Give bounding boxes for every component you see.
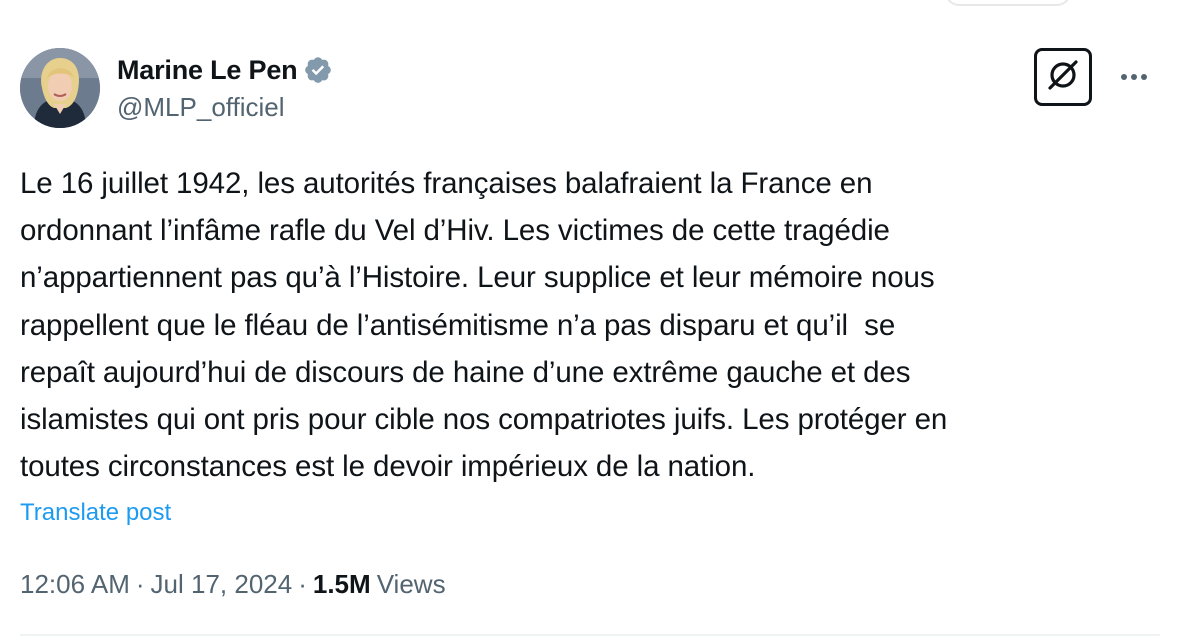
- verified-badge-icon[interactable]: [303, 55, 333, 85]
- tweet-metadata: 12:06 AM · Jul 17, 2024 · 1.5M Views: [20, 566, 446, 602]
- post-time[interactable]: 12:06 AM: [20, 569, 130, 600]
- views-label[interactable]: Views: [371, 569, 446, 600]
- tweet-text-line: ordonnant l’infâme rafle du Vel d’Hiv. L…: [20, 214, 890, 248]
- more-options-button[interactable]: [1112, 64, 1156, 94]
- post-date[interactable]: Jul 17, 2024: [151, 569, 293, 600]
- more-horizontal-icon: [1116, 70, 1152, 88]
- tweet-text-line: Le 16 juillet 1942, les autorités frança…: [20, 167, 873, 200]
- meta-separator: ·: [298, 568, 307, 599]
- translate-post-link[interactable]: Translate post: [20, 499, 171, 527]
- top-pill-button[interactable]: [945, 0, 1071, 6]
- author-display-name[interactable]: Marine Le Pen: [117, 55, 298, 86]
- author-handle[interactable]: @MLP_officiel: [117, 92, 285, 123]
- tweet-text-line: n’appartiennent pas qu’à l’Histoire. Leu…: [20, 261, 935, 295]
- views-count[interactable]: 1.5M: [313, 569, 371, 600]
- tweet-text-line: islamistes qui ont pris pour cible nos c…: [20, 403, 948, 437]
- tweet-text-line: toutes circonstances est le devoir impér…: [20, 450, 756, 484]
- grok-icon: [1043, 55, 1083, 100]
- tweet-text-line: repaît aujourd’hui de discours de haine …: [20, 355, 911, 389]
- grok-button[interactable]: [1034, 48, 1092, 106]
- meta-separator: ·: [135, 568, 145, 599]
- avatar-image: [20, 48, 100, 128]
- author-name-row[interactable]: Marine Le Pen: [117, 52, 333, 88]
- tweet-text: Le 16 juillet 1942, les autorités frança…: [20, 160, 1160, 490]
- avatar[interactable]: [20, 48, 100, 128]
- divider: [20, 634, 1160, 636]
- tweet-text-line: rappellent que le fléau de l’antisémitis…: [20, 308, 896, 342]
